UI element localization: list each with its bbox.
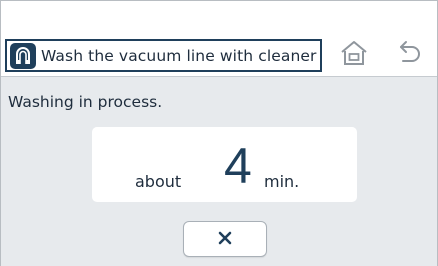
status-message: Washing in process. [8,93,163,111]
remaining-time-card: about 4 min. [92,127,357,202]
time-prefix: about [135,172,182,191]
vacuum-line-icon [10,42,36,69]
time-unit: min. [264,172,300,191]
cancel-button[interactable] [183,221,267,257]
close-icon [218,230,232,249]
content-area: Washing in process. about 4 min. [1,76,437,266]
header: Wash the vacuum line with cleaner [1,1,437,76]
home-icon [339,39,369,71]
back-arrow-icon [394,38,424,72]
title-bar: Wash the vacuum line with cleaner [5,39,322,72]
time-value: 4 [224,138,252,194]
page-title: Wash the vacuum line with cleaner [41,46,317,65]
washing-screen: Wash the vacuum line with cleaner Washin… [0,0,438,266]
home-button[interactable] [334,37,374,73]
back-button[interactable] [389,37,429,73]
